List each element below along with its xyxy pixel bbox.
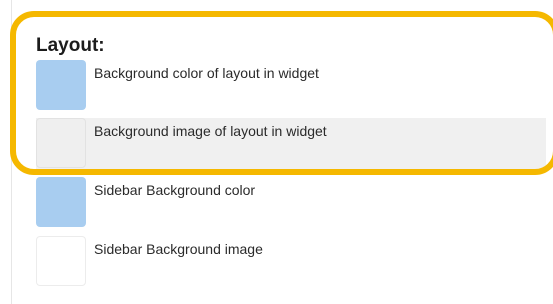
sidebar-background-image-picker[interactable] [36, 236, 86, 286]
layout-background-image-picker[interactable] [36, 118, 86, 168]
sidebar-background-color-row: Sidebar Background color [36, 177, 546, 231]
sidebar-background-image-label: Sidebar Background image [94, 241, 263, 257]
sidebar-background-color-label: Sidebar Background color [94, 182, 256, 198]
sidebar-background-color-swatch[interactable] [36, 177, 86, 227]
sidebar-background-image-row: Sidebar Background image [36, 236, 546, 290]
settings-panel: Layout: Background color of layout in wi… [0, 0, 553, 304]
layout-background-image-label: Background image of layout in widget [94, 123, 327, 139]
layout-background-color-label: Background color of layout in widget [94, 65, 319, 81]
layout-section-title: Layout: [36, 35, 105, 56]
panel-divider [11, 0, 12, 304]
layout-background-image-row: Background image of layout in widget [36, 118, 546, 172]
layout-background-color-row: Background color of layout in widget [36, 60, 546, 114]
layout-background-color-swatch[interactable] [36, 60, 86, 110]
